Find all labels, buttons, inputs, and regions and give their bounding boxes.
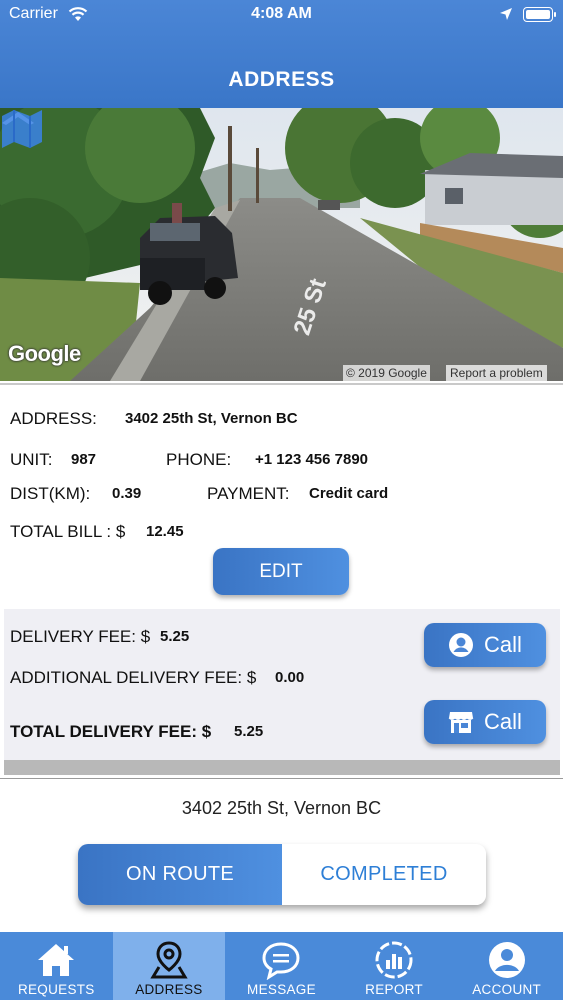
map-copyright: © 2019 Google [343,365,430,381]
person-circle-icon [449,633,474,657]
call-store-label: Call [484,709,522,734]
home-icon [38,944,75,976]
tab-message-label: MESSAGE [247,982,316,997]
distance-label: DIST(KM): [10,484,91,503]
call-customer-button[interactable]: Call [424,623,546,667]
tab-requests[interactable]: REQUESTS [0,932,113,1000]
call-customer-label: Call [484,632,522,657]
address-value: 3402 25th St, Vernon BC [125,410,298,427]
tab-account-label: ACCOUNT [472,982,542,997]
location-arrow-icon [500,8,512,20]
tab-report-label: REPORT [365,982,423,997]
store-icon [448,712,474,733]
map-fold-icon[interactable] [0,108,44,148]
divider [0,383,563,385]
tab-report[interactable]: REPORT [338,932,451,1000]
page-title: ADDRESS [228,68,335,91]
account-icon [488,942,525,978]
delivery-fee-label: DELIVERY FEE: $ [10,627,151,646]
destination-address: 3402 25th St, Vernon BC [181,798,382,818]
street-view-scene [0,108,563,381]
map-pin-icon [150,941,188,979]
status-bar: Carrier 4:08 AM [0,0,563,30]
unit-value: 987 [71,451,97,468]
call-store-button[interactable]: Call [424,700,546,744]
delivery-status-toggle[interactable]: ON ROUTE COMPLETED [78,844,486,905]
edit-button[interactable]: EDIT [213,548,349,595]
battery-icon [523,7,556,22]
total-bill-label: TOTAL BILL : $ [10,522,126,541]
on-route-option[interactable]: ON ROUTE [78,844,282,905]
delivery-fee-value: 5.25 [160,628,190,645]
tab-address[interactable]: ADDRESS [112,932,226,1000]
distance-value: 0.39 [112,485,142,502]
address-label: ADDRESS: [10,409,97,428]
unit-label: UNIT: [10,450,53,469]
bottom-tab-bar: REQUESTS ADDRESS MESSAGE REPORT ACCOUNT [0,932,563,1000]
tab-message[interactable]: MESSAGE [225,932,338,1000]
phone-label: PHONE: [166,450,232,469]
status-time: 4:08 AM [251,5,312,22]
google-logo: Google [8,341,81,366]
report-chart-icon [375,941,413,979]
tab-account[interactable]: ACCOUNT [450,932,563,1000]
chat-bubble-icon [262,942,300,980]
additional-fee-label: ADDITIONAL DELIVERY FEE: $ [10,668,257,687]
divider [0,778,563,779]
payment-label: PAYMENT: [207,484,290,503]
street-view-image[interactable]: 25 St Google © 2019 Google Report a prob… [0,108,563,381]
phone-value: +1 123 456 7890 [255,451,369,468]
additional-fee-value: 0.00 [275,669,305,686]
nav-header: Carrier 4:08 AM ADDRESS [0,0,563,108]
total-bill-value: 12.45 [146,523,184,540]
tab-address-label: ADDRESS [135,982,203,997]
completed-option[interactable]: COMPLETED [282,844,486,905]
total-fee-label: TOTAL DELIVERY FEE: $ [10,722,212,741]
total-fee-value: 5.25 [234,723,264,740]
payment-value: Credit card [309,485,389,502]
report-problem-link[interactable]: Report a problem [446,365,547,381]
fee-panel-footer-bar [4,760,560,775]
tab-requests-label: REQUESTS [17,982,95,997]
